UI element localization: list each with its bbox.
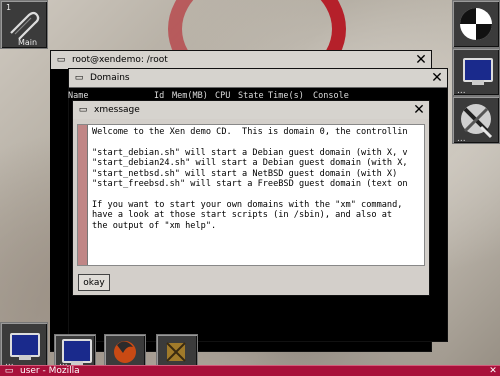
xmessage-window[interactable]: ▭ xmessage ✕ Welcome to the Xen demo CD.… — [72, 100, 430, 296]
window-menu-icon[interactable]: ▭ — [4, 366, 14, 376]
monitor-icon — [10, 333, 40, 360]
monitor-icon — [463, 58, 493, 85]
dock-item-clip[interactable] — [452, 0, 500, 48]
workspace-label: Main — [18, 38, 38, 47]
dock-item-app[interactable] — [156, 334, 198, 368]
domains-title: Domains — [90, 73, 130, 83]
dock-item-tools[interactable]: ... — [452, 96, 500, 144]
message-text: Welcome to the Xen demo CD. This is doma… — [92, 127, 408, 231]
xmessage-title: xmessage — [94, 105, 140, 115]
domains-titlebar[interactable]: ▭ Domains ✕ — [69, 69, 447, 88]
taskbar[interactable]: ▭ user - Mozilla ✕ — [0, 365, 500, 376]
close-icon[interactable]: ✕ — [488, 366, 498, 376]
mozilla-icon — [114, 341, 136, 363]
app-icon — [166, 342, 186, 362]
dock-dots: ... — [457, 86, 466, 96]
terminal-left-strip — [50, 69, 68, 350]
xmessage-body: Welcome to the Xen demo CD. This is doma… — [73, 119, 429, 295]
workspace-tile-main[interactable]: 1 Main — [0, 0, 48, 49]
dock-item-monitor-2[interactable]: ... — [54, 334, 96, 368]
dock-item-monitor-bottom[interactable]: ... — [0, 322, 48, 368]
window-menu-icon[interactable]: ▭ — [72, 71, 86, 85]
xmessage-titlebar[interactable]: ▭ xmessage ✕ — [73, 101, 429, 120]
scrollbar[interactable] — [78, 125, 88, 265]
okay-button[interactable]: okay — [78, 274, 110, 291]
dock-item-monitor[interactable]: ... — [452, 48, 500, 96]
close-icon[interactable]: ✕ — [413, 52, 429, 68]
dock-dots: ... — [457, 134, 466, 144]
close-icon[interactable]: ✕ — [429, 70, 445, 86]
workspace-clip-icon — [460, 8, 492, 40]
window-menu-icon[interactable]: ▭ — [76, 103, 90, 117]
terminal-title: root@xendemo: /root — [72, 55, 168, 65]
window-menu-icon[interactable]: ▭ — [54, 53, 68, 67]
close-icon[interactable]: ✕ — [411, 102, 427, 118]
dock-item-mozilla[interactable] — [104, 334, 146, 368]
message-text-area[interactable]: Welcome to the Xen demo CD. This is doma… — [77, 124, 425, 266]
